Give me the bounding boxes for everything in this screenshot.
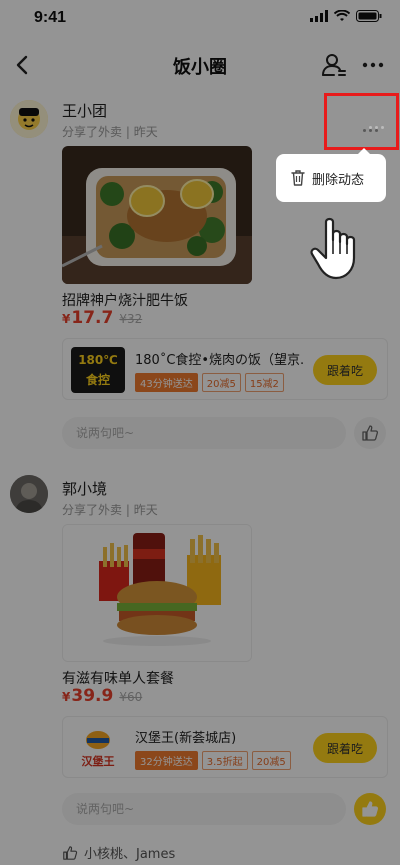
author-name[interactable]: 王小团 (62, 100, 107, 121)
likers-names: 小核桃、James (84, 847, 176, 862)
burger-combo-image (63, 525, 251, 661)
burger-king-logo-icon (86, 731, 110, 749)
store-tags: 32分钟送达 3.5折起 20减5 (135, 751, 291, 770)
discount-tag: 3.5折起 (201, 751, 248, 770)
store-card[interactable]: 汉堡王 汉堡王(新荟城店) 32分钟送达 3.5折起 20减5 跟着吃 (62, 716, 388, 778)
delivery-tag: 32分钟送达 (135, 751, 198, 770)
cartoon-avatar-icon (10, 100, 48, 138)
follow-eat-button[interactable]: 跟着吃 (313, 733, 377, 763)
food-name: 有滋有味单人套餐 (62, 671, 174, 687)
store-logo: 汉堡王 (71, 725, 125, 771)
store-logo: 180℃ 食控 (71, 347, 125, 393)
meta-time: 昨天 (133, 503, 158, 517)
like-button[interactable] (354, 793, 386, 825)
battery-icon (356, 10, 382, 22)
avatar[interactable] (10, 475, 48, 513)
thumbs-up-icon (362, 425, 379, 441)
likers-line: 小核桃、James (62, 843, 175, 862)
price-value: ¥39.9 (62, 686, 114, 706)
status-icons (310, 10, 382, 22)
original-price: ¥60 (119, 690, 143, 704)
meta-action: 分享了外卖 (62, 503, 123, 517)
price-value: ¥17.7 (62, 308, 114, 328)
delivery-tag: 43分钟送达 (135, 373, 198, 392)
store-logo-bottom: 食控 (85, 373, 110, 387)
comment-input[interactable]: 说两句吧~ (62, 793, 346, 825)
store-logo-top: 180℃ (78, 353, 118, 367)
discount-tag: 15减2 (244, 373, 284, 392)
popup-arrow (358, 148, 370, 154)
trash-icon (291, 170, 305, 186)
discount-tag: 20减5 (201, 373, 241, 392)
delete-post-label: 删除动态 (312, 172, 365, 188)
store-name: 汉堡王(新荟城店) (135, 731, 237, 746)
price-line: ¥39.9 ¥60 (62, 686, 142, 706)
signal-icon (310, 10, 328, 22)
more-icon[interactable] (360, 53, 386, 77)
highlight-box (324, 93, 399, 150)
original-price: ¥32 (119, 312, 143, 326)
status-time: 9:41 (34, 9, 67, 26)
store-logo-label: 汉堡王 (81, 755, 115, 768)
food-image[interactable] (62, 524, 252, 662)
meta-separator: | (125, 125, 134, 139)
photo-avatar-icon (10, 475, 48, 513)
avatar[interactable] (10, 100, 48, 138)
discount-tag: 20减5 (251, 751, 291, 770)
meta-time: 昨天 (133, 125, 158, 139)
food-name: 招牌神户烧汁肥牛饭 (62, 293, 188, 309)
wifi-icon (334, 10, 350, 21)
store-tags: 43分钟送达 20减5 15减2 (135, 373, 284, 392)
tap-hand-icon (310, 217, 356, 280)
store-card[interactable]: 180℃ 食控 180˚C食控•烧肉の饭（望京... 43分钟送达 20减5 1… (62, 338, 388, 400)
meta-separator: | (125, 503, 134, 517)
delete-post-menu[interactable]: 删除动态 (276, 148, 386, 202)
meta-action: 分享了外卖 (62, 125, 123, 139)
post-meta: 分享了外卖 | 昨天 (62, 501, 158, 518)
nav-bar: 饭小圈 (0, 40, 400, 90)
like-button[interactable] (354, 417, 386, 449)
follow-eat-button[interactable]: 跟着吃 (313, 355, 377, 385)
status-bar: 9:41 (0, 0, 400, 40)
thumbs-up-icon (362, 801, 379, 817)
user-settings-icon[interactable] (320, 51, 348, 79)
thumbs-up-icon (63, 845, 78, 860)
price-line: ¥17.7 ¥32 (62, 308, 142, 328)
post-card: 郭小境 分享了外卖 | 昨天 有滋有味单人套餐 ¥39.9 ¥60 汉堡王 汉堡… (0, 470, 400, 865)
food-image[interactable] (62, 146, 252, 284)
post-meta: 分享了外卖 | 昨天 (62, 123, 158, 140)
comment-input[interactable]: 说两句吧~ (62, 417, 346, 449)
author-name[interactable]: 郭小境 (62, 478, 107, 499)
store-name: 180˚C食控•烧肉の饭（望京... (135, 353, 303, 368)
grilled-chicken-image (62, 146, 252, 284)
